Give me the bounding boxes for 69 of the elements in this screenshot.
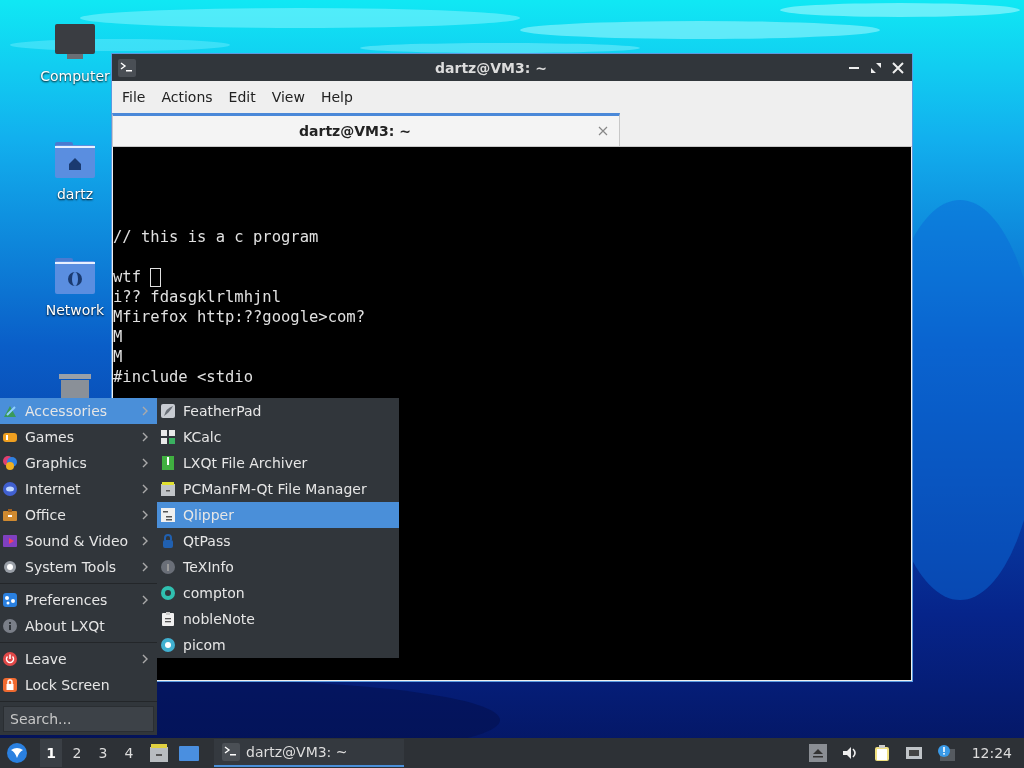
clipboard-icon [160,507,176,523]
archive-icon [160,455,176,471]
chevron-icon [141,432,149,442]
terminal-line: Mfirefox http:??google>com? [113,307,365,327]
icon-label: dartz [56,186,94,202]
palette-icon [2,455,18,471]
desktop-switch[interactable]: 2 [66,739,88,767]
globe-icon [2,481,18,497]
terminal-line: #include <stdio [113,367,253,387]
chevron-icon [141,536,149,546]
power-icon [2,651,18,667]
menu-item[interactable]: Actions [153,89,221,105]
eject-icon[interactable] [808,744,827,762]
menu-item[interactable]: picom [157,632,399,658]
icon-label: Network [45,302,105,318]
dots-icon [2,592,18,608]
chevron-icon [141,484,149,494]
menu-item[interactable]: QtPass [157,528,399,554]
terminal-icon [118,58,136,77]
terminal-line: i?? fdasgklrlmhjnl [113,287,281,307]
desktop-switch[interactable]: 4 [118,739,140,767]
feather-icon [160,403,176,419]
calculator-icon [160,429,176,445]
info-icon [160,559,176,575]
monitor-icon[interactable] [53,22,97,62]
drawer-icon [160,481,176,497]
network-icon[interactable] [904,744,923,762]
terminal-line: // this is a c program [113,227,319,247]
lock-icon [2,677,18,693]
terminal-icon [222,743,240,761]
menu-item[interactable]: compton [157,580,399,606]
desktop-switch[interactable]: 3 [92,739,114,767]
clipboard-icon[interactable] [872,744,891,762]
icon-label: Computer [40,68,110,84]
menu-item[interactable]: File [114,89,154,105]
task-button[interactable]: dartz@VM3: ~ [214,739,404,767]
chevron-icon [141,595,149,605]
home-folder-icon[interactable] [53,140,97,180]
clock: 12:24 [971,745,1012,761]
window-title: dartz@VM3: ~ [434,59,548,76]
menu-item[interactable]: PCManFM-Qt File Manager [157,476,399,502]
chevron-icon [141,406,149,416]
chevron-icon [141,458,149,468]
notification-icon[interactable] [936,744,955,762]
pen-icon [2,403,18,419]
menu-item[interactable]: TeXInfo [157,554,399,580]
menu-item[interactable]: View [263,89,313,105]
close-icon[interactable] [890,59,906,76]
chevron-icon [141,562,149,572]
briefcase-icon [2,507,18,523]
tab[interactable]: dartz@VM3: ~ [112,113,620,146]
terminal-line: M [113,347,123,367]
terminal-line: M [113,327,123,347]
menu-item[interactable]: FeatherPad [157,398,399,424]
menu-item[interactable]: KCalc [157,424,399,450]
network-folder-icon[interactable] [53,256,97,296]
menu-item[interactable]: Help [312,89,361,105]
menu-item[interactable]: nobleNote [157,606,399,632]
terminal-line: wtf [113,267,142,287]
search-field[interactable]: Search... [3,706,154,732]
file-cabinet-icon[interactable] [148,742,170,764]
desktop-switch[interactable]: 1 [40,739,62,767]
menu-item[interactable]: Edit [220,89,264,105]
menu-item[interactable]: LXQt File Archiver [157,450,399,476]
media-icon [2,533,18,549]
lock-icon [160,533,176,549]
chevron-icon [141,654,149,664]
chevron-icon [141,510,149,520]
note-icon [160,611,176,627]
